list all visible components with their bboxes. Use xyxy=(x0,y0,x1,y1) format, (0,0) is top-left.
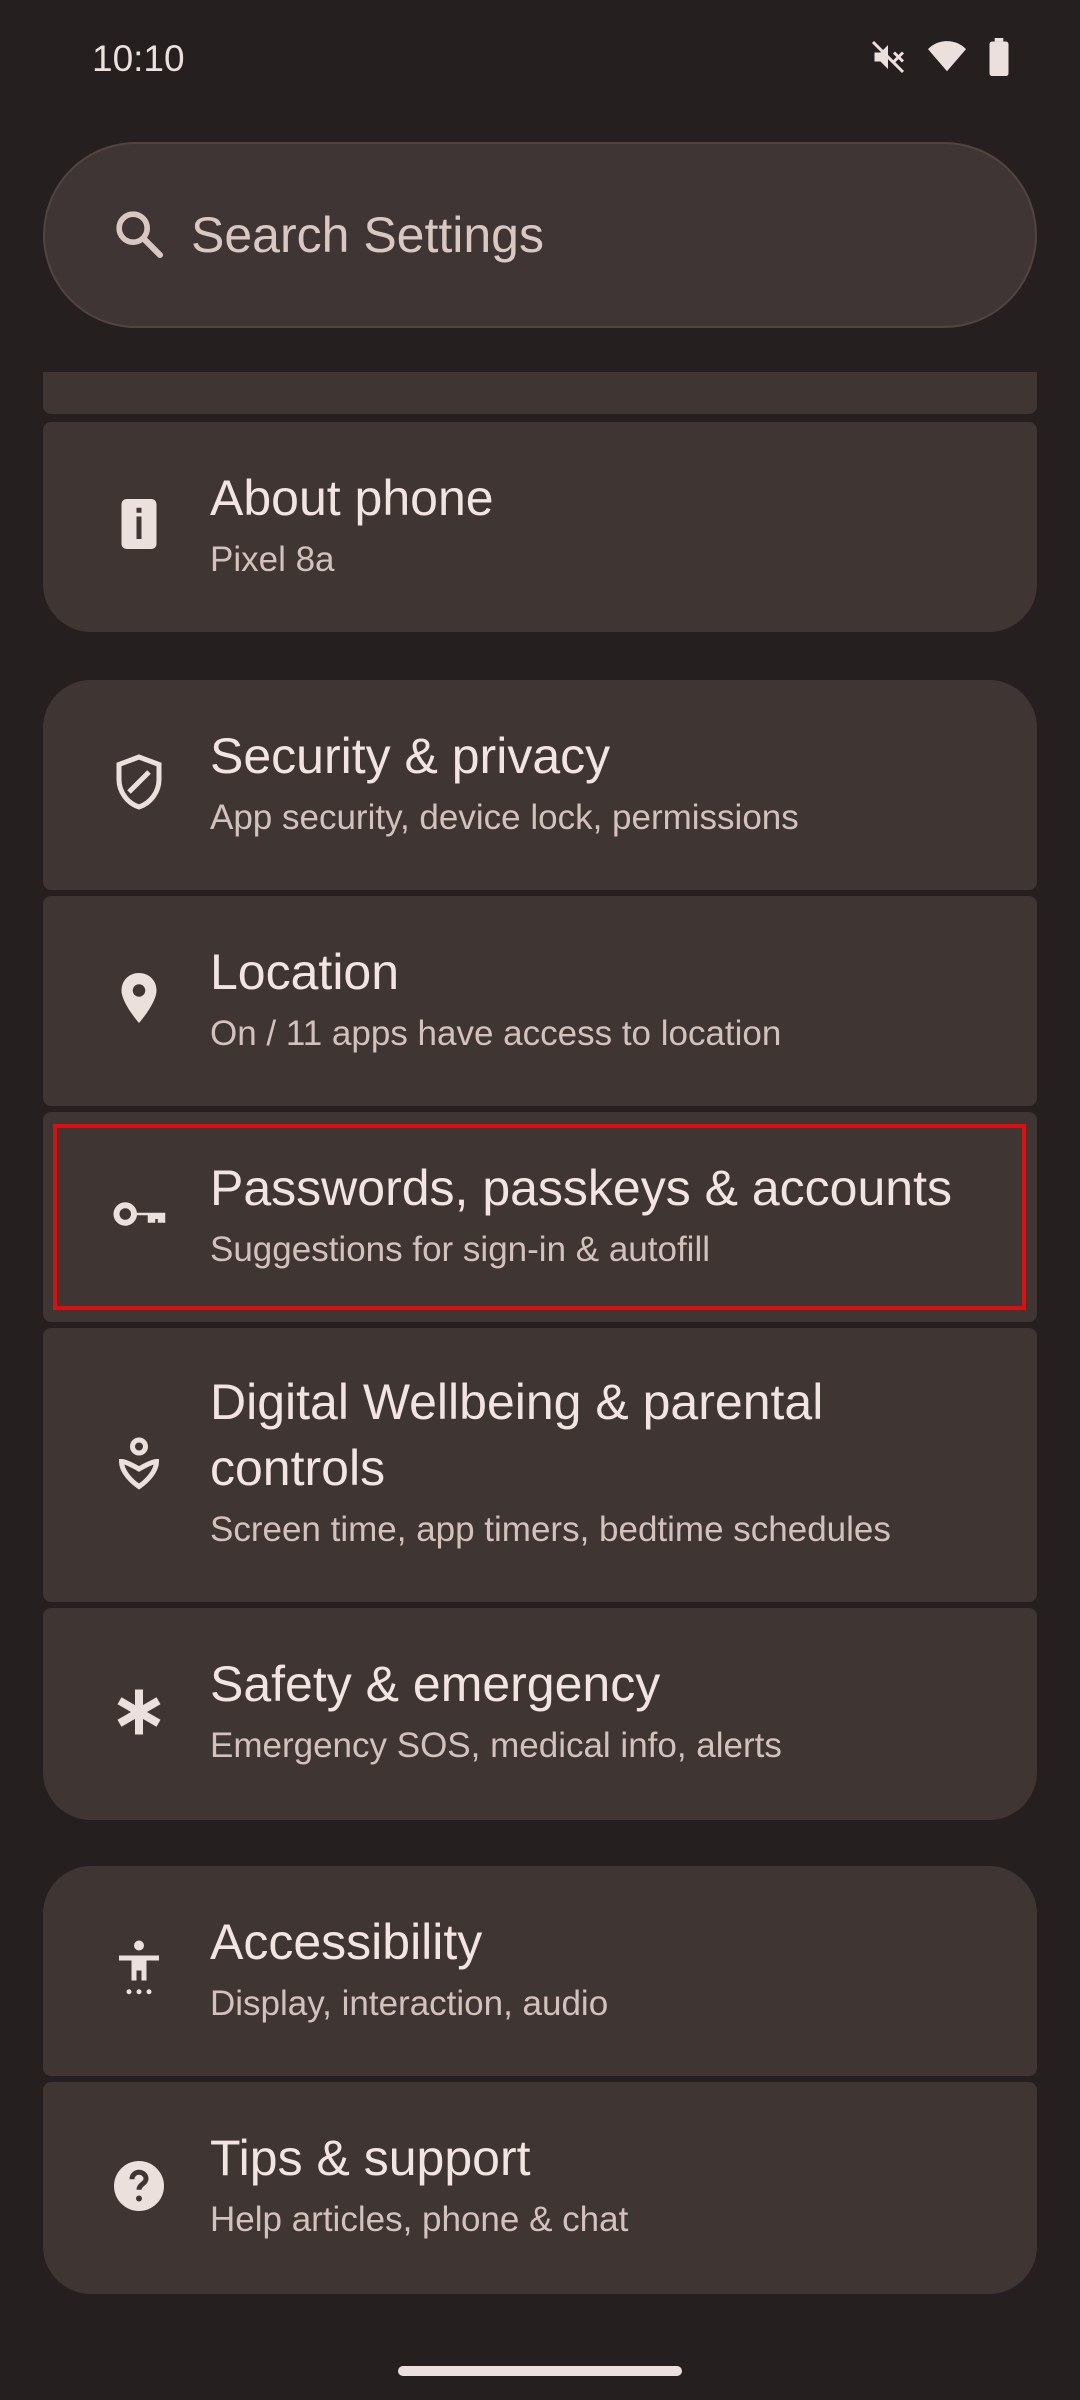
settings-item-title: Safety & emergency xyxy=(210,1656,661,1712)
settings-item-location[interactable]: Location On / 11 apps have access to loc… xyxy=(43,896,1037,1106)
settings-item-accessibility[interactable]: Accessibility Display, interaction, audi… xyxy=(43,1866,1037,2076)
settings-item-subtitle: On / 11 apps have access to location xyxy=(210,1014,782,1053)
settings-item-passwords-accounts[interactable]: Passwords, passkeys & accounts Suggestio… xyxy=(43,1112,1037,1322)
settings-item-title-line1: Digital Wellbeing & parental xyxy=(210,1374,824,1430)
search-icon xyxy=(116,211,164,259)
settings-item-subtitle: Suggestions for sign-in & autofill xyxy=(210,1230,710,1269)
settings-item-title: Tips & support xyxy=(210,2130,531,2186)
settings-item-subtitle: Emergency SOS, medical info, alerts xyxy=(210,1726,782,1765)
settings-item-subtitle: Pixel 8a xyxy=(210,540,335,579)
search-input[interactable]: Search Settings xyxy=(43,142,1037,328)
battery-icon xyxy=(989,38,1009,76)
settings-item-title: Security & privacy xyxy=(210,728,611,784)
settings-item-title: Passwords, passkeys & accounts xyxy=(210,1160,952,1216)
accessibility-icon xyxy=(119,1940,159,1995)
settings-item-security-privacy[interactable]: Security & privacy App security, device … xyxy=(43,680,1037,890)
home-indicator[interactable] xyxy=(398,2366,682,2376)
search-placeholder: Search Settings xyxy=(191,207,544,263)
wifi-icon xyxy=(928,41,966,72)
help-icon xyxy=(114,2161,164,2211)
settings-item-about-phone[interactable]: About phone Pixel 8a xyxy=(43,422,1037,632)
settings-item-digital-wellbeing[interactable]: Digital Wellbeing & parental controls Sc… xyxy=(43,1328,1037,1602)
settings-item-partial[interactable] xyxy=(43,372,1037,414)
asterisk-icon xyxy=(117,1689,161,1735)
settings-item-title: About phone xyxy=(210,470,494,526)
settings-item-subtitle: Help articles, phone & chat xyxy=(210,2200,629,2239)
mute-icon xyxy=(871,40,905,74)
settings-item-subtitle: Display, interaction, audio xyxy=(210,1984,609,2023)
shield-icon xyxy=(116,754,162,810)
settings-item-subtitle: App security, device lock, permissions xyxy=(210,798,799,837)
location-pin-icon xyxy=(121,973,157,1023)
status-time: 10:10 xyxy=(92,38,185,79)
settings-item-safety-emergency[interactable]: Safety & emergency Emergency SOS, medica… xyxy=(43,1608,1037,1820)
wellbeing-icon xyxy=(118,1437,160,1490)
info-phone-icon xyxy=(121,499,157,549)
settings-item-tips-support[interactable]: Tips & support Help articles, phone & ch… xyxy=(43,2082,1037,2294)
settings-item-subtitle: Screen time, app timers, bedtime schedul… xyxy=(210,1510,891,1549)
settings-item-title-line2: controls xyxy=(210,1440,386,1496)
settings-item-title: Location xyxy=(210,944,400,1000)
key-icon xyxy=(113,1202,166,1226)
settings-item-title: Accessibility xyxy=(210,1914,483,1970)
status-bar: 10:10 xyxy=(0,0,1080,124)
status-icons xyxy=(870,38,1010,76)
